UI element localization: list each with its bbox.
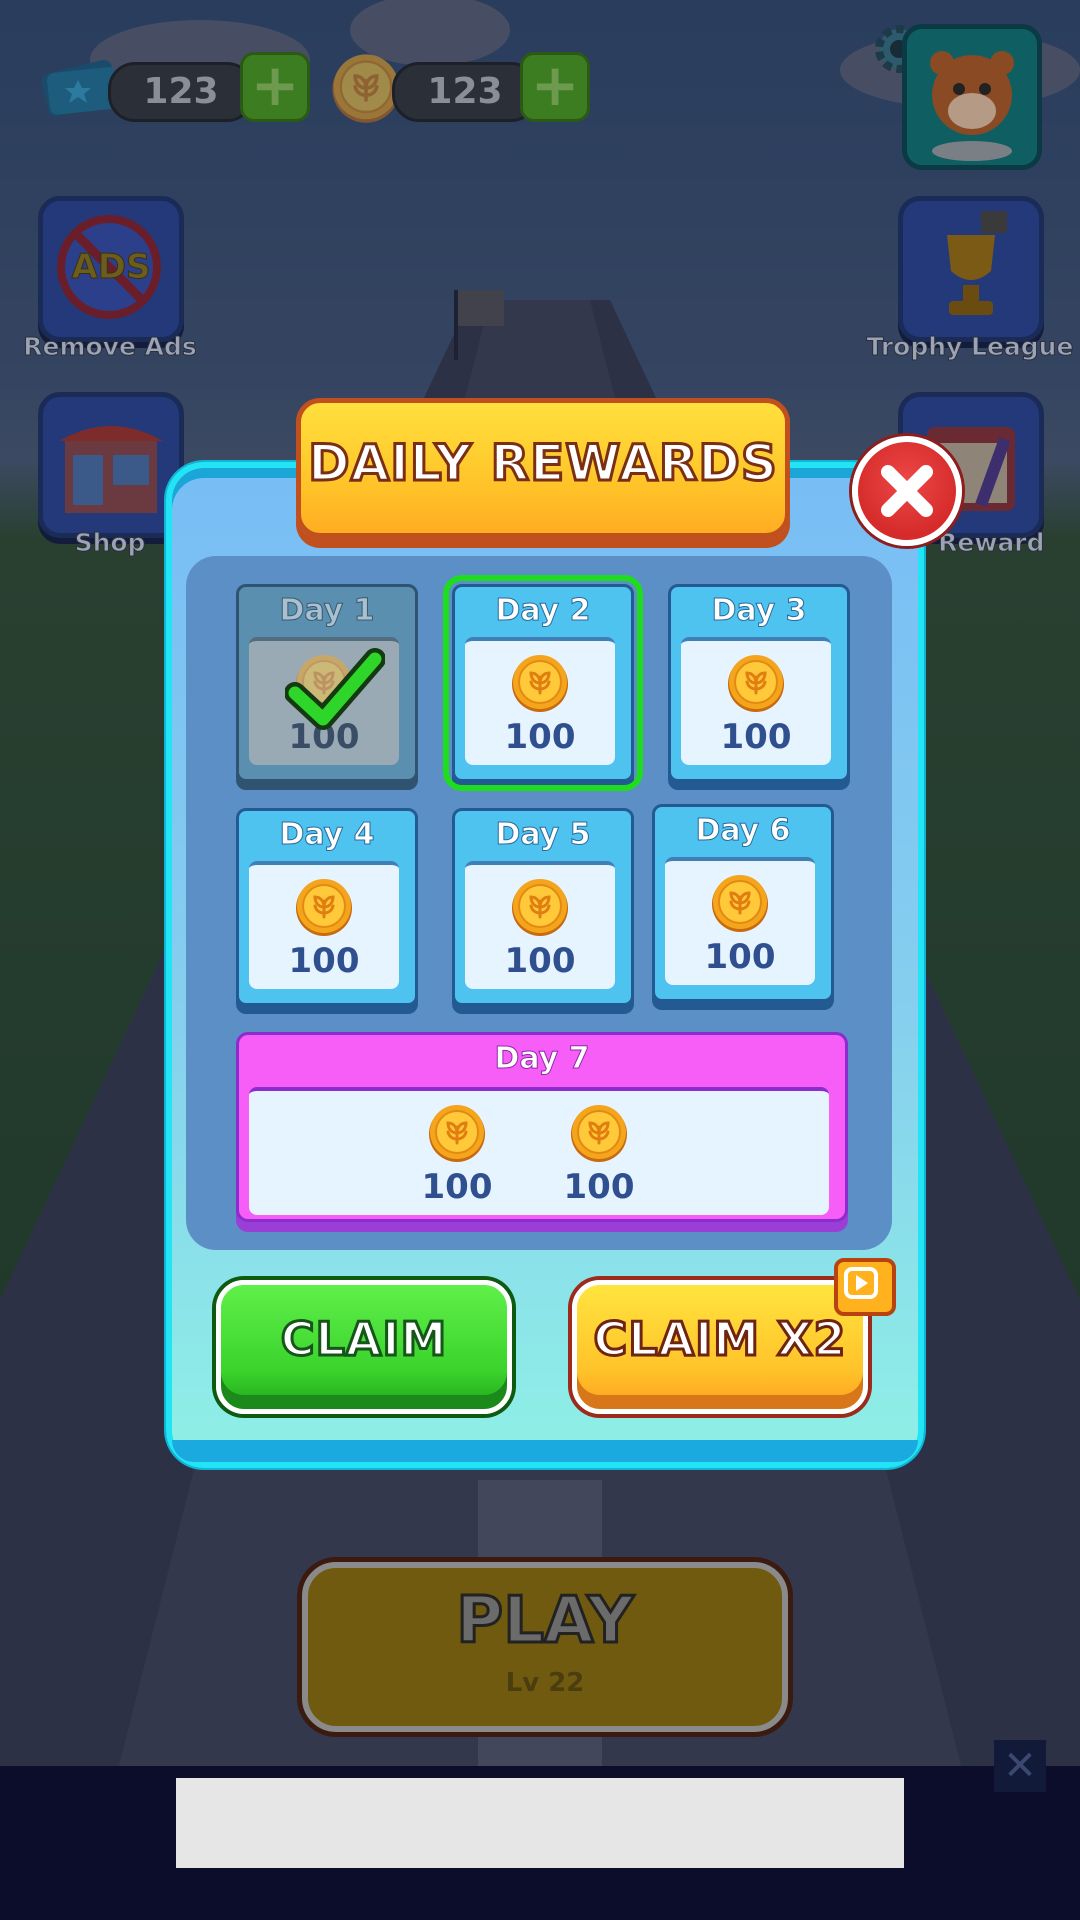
coin-icon	[510, 877, 570, 937]
day-label: Day 7	[494, 1041, 590, 1077]
close-dialog-button[interactable]	[852, 436, 962, 546]
shop-button[interactable]	[38, 392, 184, 538]
reward-slot: 100	[665, 857, 815, 985]
reward-slot: 100	[465, 637, 615, 765]
ad-banner-slot[interactable]	[176, 1778, 904, 1868]
profile-avatar-button[interactable]	[902, 24, 1042, 170]
claim-label: CLAIM	[279, 1311, 448, 1368]
day-card-2[interactable]: Day 2 100	[443, 575, 643, 791]
day-label: Day 1	[279, 593, 375, 629]
play-label: PLAY	[455, 1583, 635, 1660]
claim-x2-button[interactable]: CLAIM X2	[572, 1280, 868, 1414]
day-card-3[interactable]: Day 3 100	[668, 584, 850, 782]
tiger-avatar-icon	[930, 51, 1014, 161]
dialog-title: DAILY REWARDS	[307, 433, 779, 494]
plus-icon: +	[250, 51, 300, 119]
add-coins-button[interactable]: +	[520, 52, 590, 122]
coin-icon	[427, 1103, 487, 1163]
coin-icon	[294, 877, 354, 937]
reward-amount: 100	[563, 1167, 635, 1207]
remove-ads-label: Remove Ads	[23, 332, 198, 362]
reward-amount: 100	[720, 717, 792, 757]
video-play-icon	[834, 1258, 896, 1316]
reward-slot: 100	[681, 637, 831, 765]
claim-button[interactable]: CLAIM	[216, 1280, 512, 1414]
reward-slot: 100	[465, 861, 615, 989]
tickets-count: 123	[143, 71, 219, 112]
trophy-icon	[947, 211, 1007, 315]
play-button[interactable]: PLAY Lv 22	[302, 1562, 788, 1732]
reward-slot: 100 100	[249, 1087, 829, 1215]
dialog-title-banner: DAILY REWARDS	[296, 398, 790, 538]
shop-icon	[59, 426, 163, 513]
reward-amount: 100	[504, 941, 576, 981]
day-label: Day 4	[279, 817, 375, 853]
tickets-counter: 123	[108, 62, 254, 122]
reward-amount: 100	[704, 937, 776, 977]
close-ad-icon[interactable]: ✕	[994, 1740, 1046, 1792]
day-card-7[interactable]: Day 7 100 100	[236, 1032, 848, 1222]
coin-icon	[569, 1103, 629, 1163]
claim-x2-label: CLAIM X2	[592, 1311, 847, 1368]
play-level: Lv 22	[505, 1668, 585, 1698]
dialog-bottom-edge	[172, 1440, 918, 1462]
trophy-league-button[interactable]	[898, 196, 1044, 342]
coin-icon	[510, 653, 570, 713]
add-tickets-button[interactable]: +	[240, 52, 310, 122]
checkmark-icon	[285, 648, 385, 730]
plus-icon: +	[530, 51, 580, 119]
reward-amount: 100	[421, 1167, 493, 1207]
ads-badge-text: ADS	[71, 247, 151, 288]
trophy-league-label: Trophy League	[866, 332, 1074, 362]
day-card-4[interactable]: Day 4 100	[236, 808, 418, 1006]
coins-counter: 123	[392, 62, 538, 122]
reward-amount: 100	[288, 941, 360, 981]
remove-ads-button[interactable]: ADS	[38, 196, 184, 342]
reward-amount: 100	[504, 717, 576, 757]
close-icon	[881, 465, 933, 517]
coin-icon	[710, 873, 770, 933]
reward-slot: 100	[249, 861, 399, 989]
day-label: Day 5	[495, 817, 591, 853]
coin-icon	[726, 653, 786, 713]
day-label: Day 2	[495, 593, 591, 629]
day-card-5[interactable]: Day 5 100	[452, 808, 634, 1006]
coins-count: 123	[427, 71, 503, 112]
day-label: Day 3	[711, 593, 807, 629]
day-card-6[interactable]: Day 6 100	[652, 804, 834, 1002]
day-card-1[interactable]: Day 1 100	[236, 584, 418, 782]
day-label: Day 6	[695, 813, 791, 849]
